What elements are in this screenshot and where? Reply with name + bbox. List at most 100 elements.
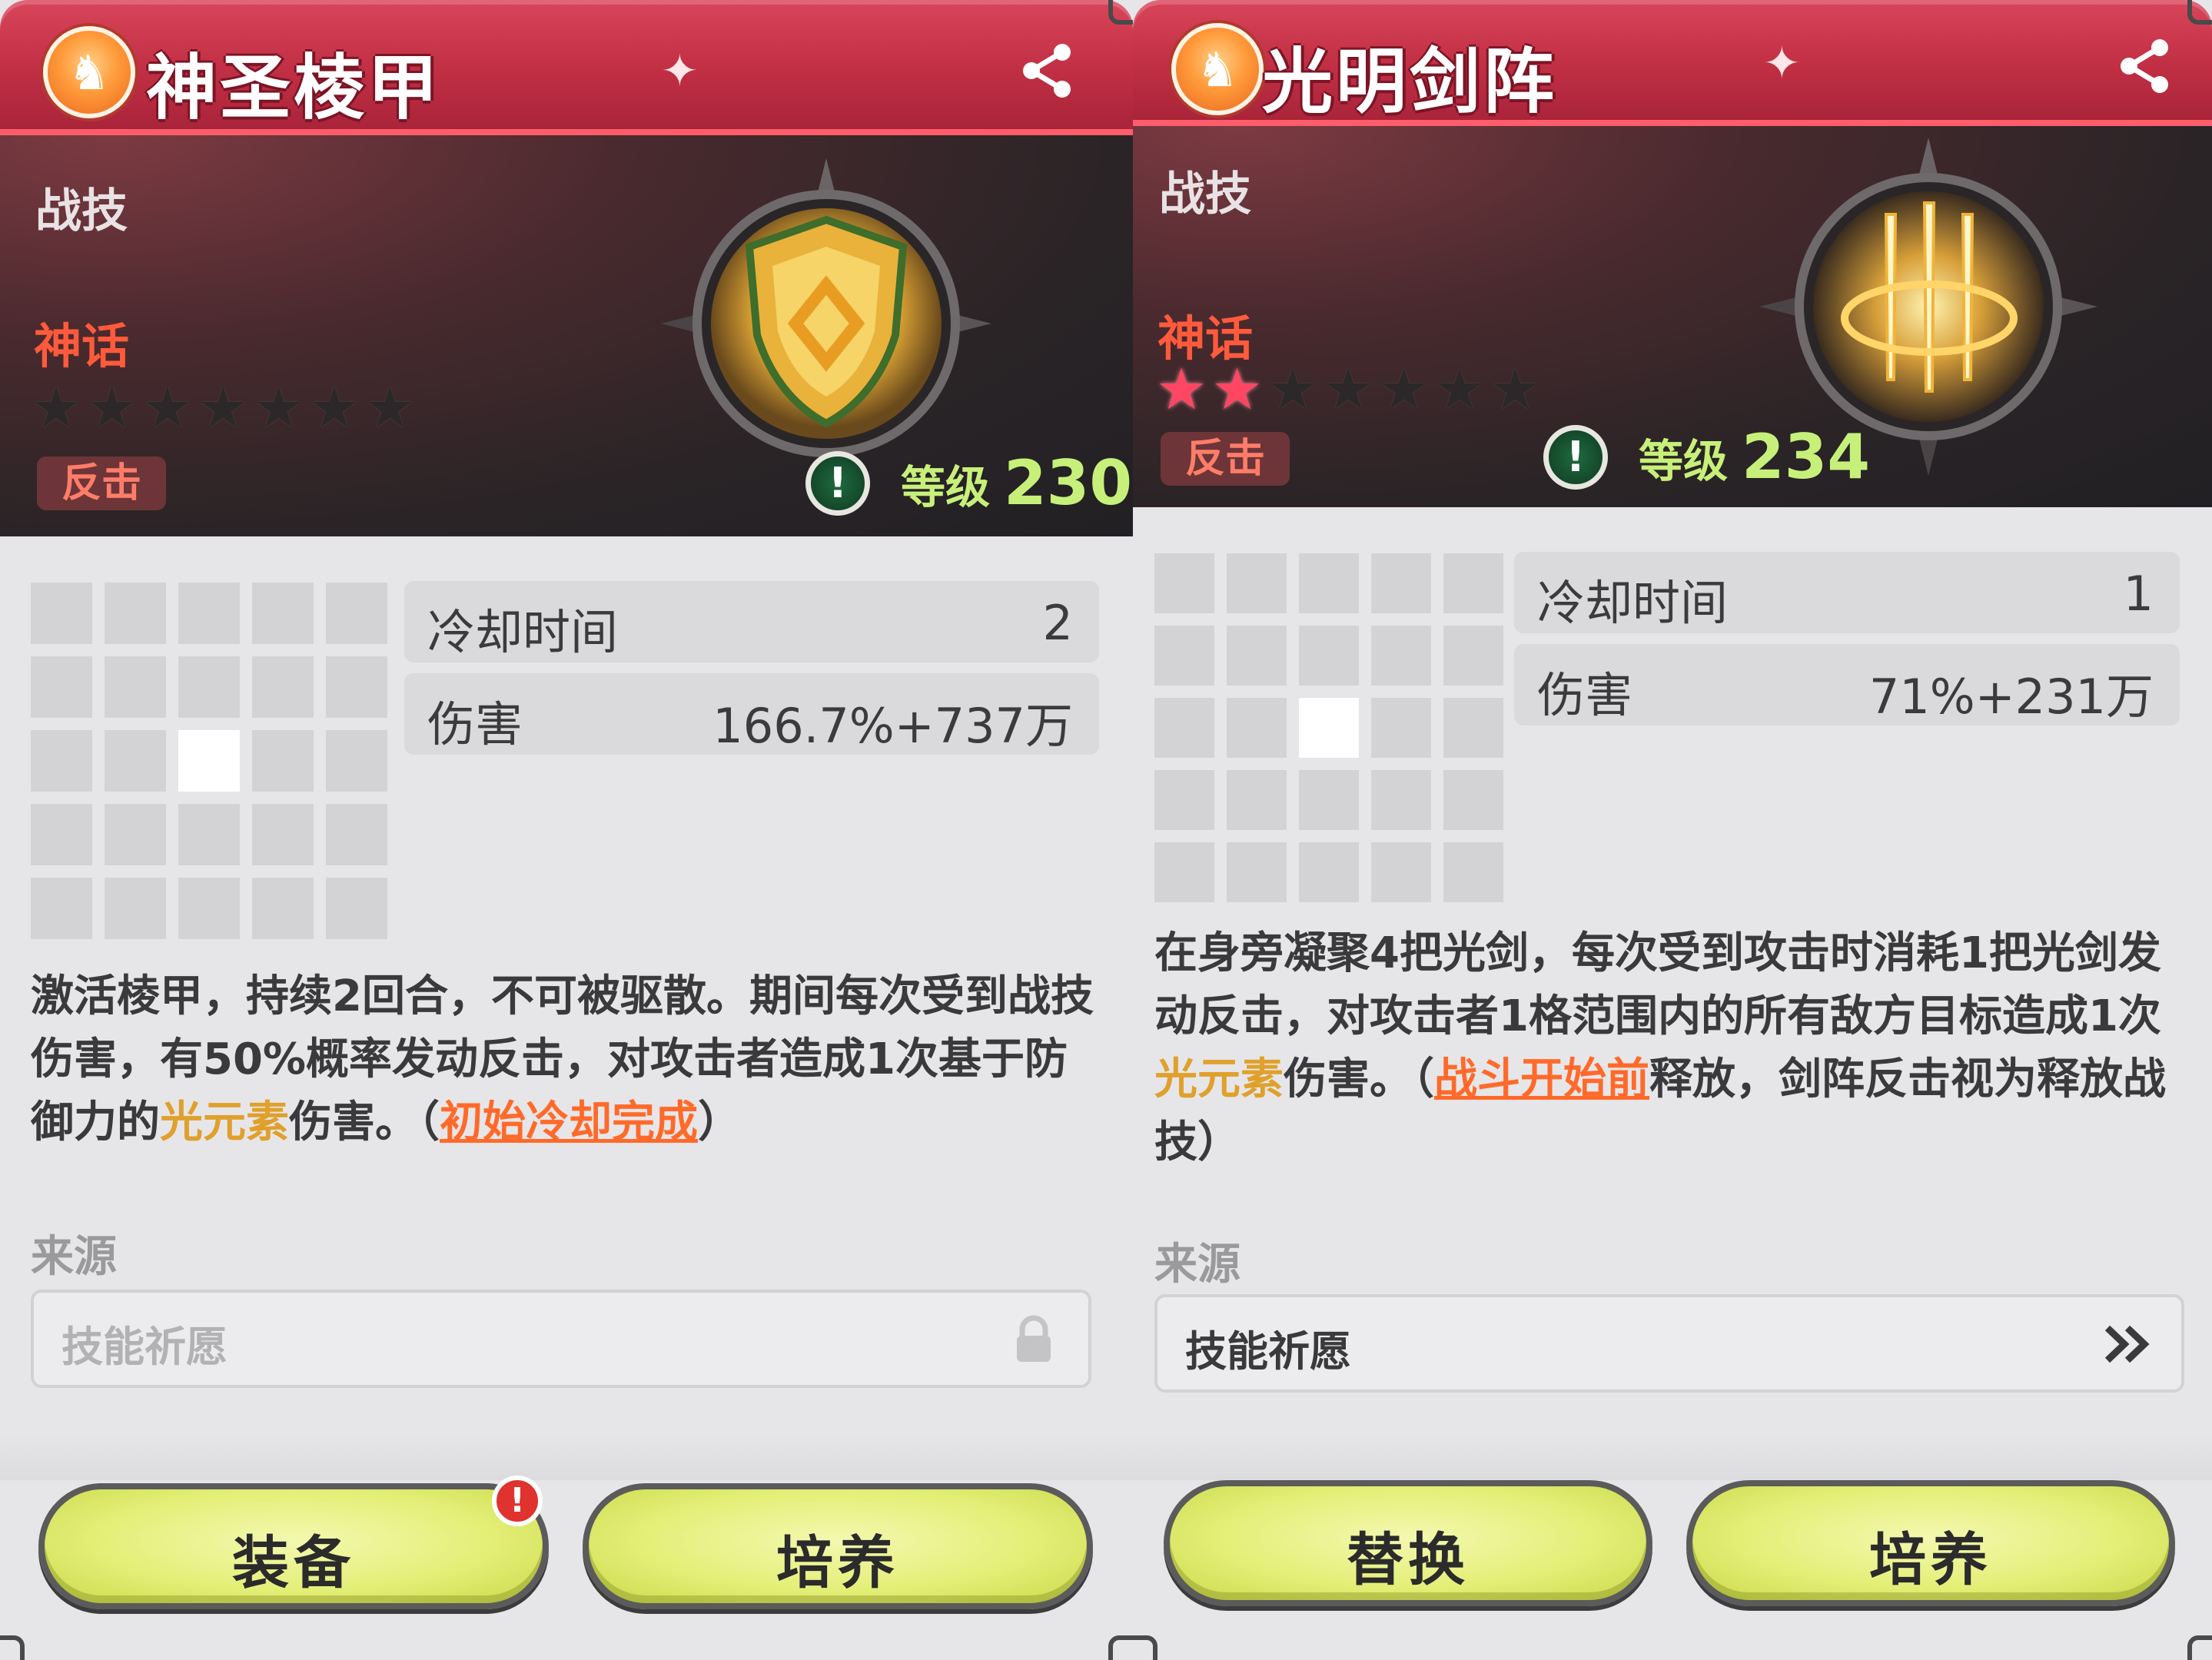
skill-category: 战技 — [1159, 168, 1251, 221]
info-icon[interactable]: ! — [1543, 424, 1608, 490]
star-empty-icon: ★ — [1490, 357, 1541, 423]
range-cell — [1443, 626, 1503, 686]
skill-card-right: ♞ 光明剑阵 ✦ 战技 神话 ★ ★ ★ ★ ★ ★ ★ 反击 ! 等级 234… — [1133, 0, 2212, 1660]
range-cell — [1443, 698, 1503, 758]
skill-description: 在身旁凝聚4把光剑，每次受到攻击时消耗1把光剑发动反击，对攻击者1格范围内的所有… — [1154, 922, 2184, 1174]
skill-emblem-icon: ♞ — [1171, 23, 1264, 115]
level-display: ! 等级 230 — [805, 447, 1132, 519]
skill-banner: 战技 神话 ★ ★ ★ ★ ★ ★ ★ 反击 ! 等级 230 — [0, 135, 1133, 536]
damage-row: 伤害 166.7%+737万 — [404, 673, 1099, 755]
corner-ornament — [2187, 1635, 2212, 1660]
range-cell — [1227, 626, 1287, 686]
source-value: 技能祈愿 — [61, 1323, 228, 1371]
range-grid — [1154, 553, 1503, 902]
title-bar: ♞ 光明剑阵 ✦ — [1133, 0, 2212, 126]
description-text: 在身旁凝聚4把光剑，每次受到攻击时消耗1把光剑发动反击，对攻击者1格范围内的所有… — [1154, 928, 2161, 1041]
share-icon[interactable] — [2114, 35, 2175, 97]
star-empty-icon: ★ — [1378, 357, 1430, 423]
cooldown-label: 冷却时间 — [427, 604, 619, 660]
range-cell — [1299, 626, 1359, 686]
skill-category: 战技 — [35, 184, 128, 238]
range-cell — [31, 656, 92, 718]
star-filled-icon: ★ — [1156, 357, 1207, 423]
star-rating: ★ ★ ★ ★ ★ ★ ★ — [1156, 361, 1540, 418]
upgrade-button[interactable]: 培养 — [1686, 1480, 2175, 1606]
cooldown-value: 1 — [2123, 566, 2154, 622]
range-cell — [178, 656, 240, 718]
info-icon[interactable]: ! — [805, 450, 870, 516]
lock-icon — [1017, 1315, 1051, 1362]
range-cell — [1299, 842, 1359, 902]
range-cell — [105, 804, 166, 865]
cooldown-row: 冷却时间 2 — [404, 581, 1099, 662]
level-label: 等级 — [901, 460, 991, 513]
range-cell — [31, 804, 92, 865]
range-cell — [326, 583, 387, 644]
range-cell — [252, 804, 314, 865]
range-cell — [252, 583, 314, 644]
description-link[interactable]: 战斗开始前 — [1434, 1054, 1649, 1104]
double-chevron-right-icon — [2104, 1325, 2150, 1363]
replace-button[interactable]: 替换 — [1164, 1480, 1652, 1606]
range-cell — [105, 656, 166, 718]
title-bar: ♞ 神圣棱甲 ✦ — [0, 0, 1133, 135]
replace-button-label: 替换 — [1347, 1527, 1470, 1593]
upgrade-button-label: 培养 — [1869, 1527, 1992, 1593]
skill-title: 神圣棱甲 — [146, 47, 442, 129]
range-cell — [1227, 770, 1287, 830]
damage-value: 166.7%+737万 — [712, 698, 1073, 754]
level-value: 230 — [1004, 447, 1133, 519]
range-cell — [178, 804, 240, 865]
description-link[interactable]: 初始冷却完成 — [440, 1097, 698, 1147]
star-empty-icon: ★ — [1433, 357, 1486, 423]
cooldown-row: 冷却时间 1 — [1514, 552, 2180, 633]
damage-label: 伤害 — [427, 696, 523, 752]
skill-tag: 反击 — [1161, 432, 1290, 486]
range-cell — [1154, 553, 1214, 613]
skill-description: 激活棱甲，持续2回合，不可被驱散。期间每次受到战技伤害，有50%概率发动反击，对… — [31, 965, 1107, 1154]
star-empty-icon: ★ — [141, 375, 194, 441]
sparkle-icon: ✦ — [1763, 37, 1801, 89]
star-empty-icon: ★ — [364, 375, 416, 441]
share-icon[interactable] — [1016, 40, 1078, 101]
corner-ornament — [0, 1635, 25, 1660]
level-label: 等级 — [1639, 434, 1729, 487]
range-cell-target — [178, 730, 240, 792]
range-cell — [1443, 842, 1503, 902]
range-cell — [31, 730, 92, 792]
skill-emblem-icon: ♞ — [43, 26, 135, 118]
description-text: 伤害。（ — [1284, 1054, 1434, 1104]
range-cell — [178, 583, 240, 644]
star-empty-icon: ★ — [86, 375, 138, 441]
star-empty-icon: ★ — [1267, 357, 1319, 423]
range-cell — [31, 878, 92, 939]
range-cell — [326, 656, 387, 718]
footer-divider — [0, 1434, 1133, 1480]
range-cell — [31, 583, 92, 644]
source-field: 技能祈愿 — [31, 1290, 1091, 1388]
range-cell — [1371, 553, 1431, 613]
level-value: 234 — [1742, 421, 1871, 493]
element-keyword: 光元素 — [160, 1097, 289, 1147]
skill-banner: 战技 神话 ★ ★ ★ ★ ★ ★ ★ 反击 ! 等级 234 — [1133, 126, 2212, 507]
corner-ornament — [2187, 0, 2212, 25]
damage-row: 伤害 71%+231万 — [1514, 644, 2180, 725]
range-cell-target — [1299, 698, 1359, 758]
description-text: ） — [698, 1097, 741, 1147]
damage-label: 伤害 — [1537, 667, 1633, 723]
damage-value: 71%+231万 — [1868, 669, 2154, 725]
range-cell — [1154, 698, 1214, 758]
cooldown-value: 2 — [1042, 595, 1073, 651]
corner-ornament — [1108, 0, 1133, 25]
source-label: 来源 — [1154, 1240, 1241, 1290]
range-cell — [252, 730, 314, 792]
upgrade-button[interactable]: 培养 — [583, 1483, 1093, 1609]
source-link[interactable]: 技能祈愿 — [1154, 1294, 2184, 1393]
upgrade-button-label: 培养 — [776, 1530, 899, 1596]
equip-button[interactable]: 装备 ! — [38, 1476, 549, 1609]
range-cell — [1227, 553, 1287, 613]
footer-divider — [1133, 1434, 2212, 1480]
range-cell — [326, 804, 387, 865]
range-cell — [1227, 842, 1287, 902]
range-cell — [326, 878, 387, 939]
